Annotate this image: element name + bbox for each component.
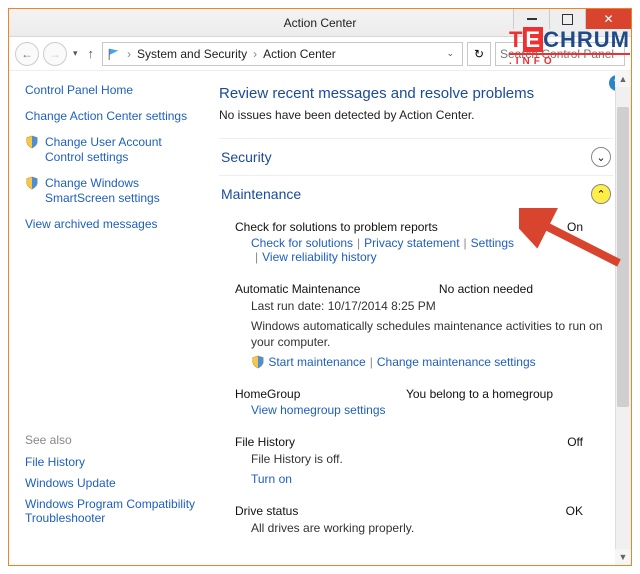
history-dropdown[interactable]: ▾: [71, 48, 80, 59]
chevron-down-icon: ⌄: [591, 147, 611, 167]
sidebar: Control Panel Home Change Action Center …: [9, 71, 209, 565]
problem-reports-row: Check for solutions to problem reports O…: [235, 214, 613, 234]
turn-on-file-history-link[interactable]: Turn on: [251, 472, 292, 486]
problem-reports-title: Check for solutions to problem reports: [235, 220, 438, 234]
start-maintenance-link[interactable]: Start maintenance: [268, 355, 365, 369]
filehistory-title: File History: [235, 435, 295, 449]
content-pane: ? Review recent messages and resolve pro…: [209, 71, 631, 565]
watermark-logo: TECHRUM .INFO: [509, 30, 630, 66]
see-also-section: See also File History Windows Update Win…: [25, 433, 199, 525]
shield-icon: [25, 176, 39, 190]
control-panel-home-link[interactable]: Control Panel Home: [25, 83, 199, 97]
security-section-header[interactable]: Security ⌄: [219, 138, 613, 175]
drive-status-desc: All drives are working properly.: [235, 518, 613, 538]
refresh-button[interactable]: ↻: [467, 42, 491, 66]
sidebar-change-action-center[interactable]: Change Action Center settings: [25, 109, 199, 125]
file-history-group: File History Off File History is off. Tu…: [235, 429, 613, 487]
seealso-file-history[interactable]: File History: [25, 455, 199, 469]
maximize-button[interactable]: [549, 9, 585, 29]
seealso-program-compat[interactable]: Windows Program Compatibility Troublesho…: [25, 497, 199, 525]
address-bar[interactable]: › System and Security › Action Center ⌄: [102, 42, 463, 66]
up-button[interactable]: ↑: [84, 46, 99, 61]
maintenance-body: Check for solutions to problem reports O…: [219, 212, 613, 544]
problem-reports-links: Check for solutions|Privacy statement|Se…: [235, 234, 613, 266]
problem-reports-status: On: [567, 220, 613, 234]
scroll-thumb[interactable]: [617, 107, 629, 407]
drive-status-title: Drive status: [235, 504, 298, 518]
shield-icon: [251, 355, 265, 369]
automaint-last-run: Last run date: 10/17/2014 8:25 PM: [235, 296, 613, 316]
homegroup-title: HomeGroup: [235, 387, 300, 401]
chevron-right-icon: ›: [251, 47, 259, 61]
sidebar-item-label: View archived messages: [25, 217, 199, 233]
scroll-down-button[interactable]: ▼: [615, 549, 631, 565]
chevron-right-icon: ›: [125, 47, 133, 61]
work-area: Control Panel Home Change Action Center …: [9, 71, 631, 565]
automatic-maintenance-group: Automatic Maintenance No action needed L…: [235, 276, 613, 371]
maintenance-section-header[interactable]: Maintenance ⌃: [219, 175, 613, 212]
see-also-heading: See also: [25, 433, 199, 447]
automaint-status: No action needed: [439, 282, 613, 296]
filehistory-desc: File History is off.: [235, 449, 613, 469]
check-for-solutions-link[interactable]: Check for solutions: [251, 236, 353, 250]
seealso-windows-update[interactable]: Windows Update: [25, 476, 199, 490]
drive-status-group: Drive status OK All drives are working p…: [235, 498, 613, 538]
close-button[interactable]: ✕: [585, 9, 631, 29]
back-button[interactable]: ←: [15, 42, 39, 66]
homegroup-status: You belong to a homegroup: [406, 387, 613, 401]
chevron-up-icon: ⌃: [591, 184, 611, 204]
minimize-button[interactable]: [513, 9, 549, 29]
change-maintenance-settings-link[interactable]: Change maintenance settings: [377, 355, 536, 369]
sidebar-change-uac[interactable]: Change User Account Control settings: [25, 135, 199, 166]
filehistory-status: Off: [567, 435, 613, 449]
sidebar-view-archived[interactable]: View archived messages: [25, 217, 199, 233]
address-dropdown[interactable]: ⌄: [442, 48, 458, 59]
maintenance-title: Maintenance: [221, 186, 301, 202]
breadcrumb-action-center[interactable]: Action Center: [263, 47, 336, 61]
sidebar-item-label: Change User Account Control settings: [45, 135, 199, 166]
sidebar-item-label: Change Action Center settings: [25, 109, 199, 125]
window-title: Action Center: [284, 16, 357, 30]
automaint-title: Automatic Maintenance: [235, 282, 360, 296]
page-subtext: No issues have been detected by Action C…: [219, 108, 613, 122]
sidebar-change-smartscreen[interactable]: Change Windows SmartScreen settings: [25, 176, 199, 207]
homegroup-group: HomeGroup You belong to a homegroup View…: [235, 381, 613, 419]
scrollbar[interactable]: ▲ ▼: [615, 71, 631, 565]
breadcrumb-system-security[interactable]: System and Security: [137, 47, 247, 61]
sidebar-item-label: Change Windows SmartScreen settings: [45, 176, 199, 207]
scroll-up-button[interactable]: ▲: [615, 71, 631, 87]
view-reliability-history-link[interactable]: View reliability history: [262, 250, 377, 264]
automaint-desc: Windows automatically schedules maintena…: [235, 316, 613, 352]
view-homegroup-settings-link[interactable]: View homegroup settings: [251, 403, 386, 417]
privacy-statement-link[interactable]: Privacy statement: [364, 236, 459, 250]
flag-icon: [107, 47, 121, 61]
settings-link[interactable]: Settings: [471, 236, 514, 250]
page-heading: Review recent messages and resolve probl…: [219, 85, 613, 102]
window-frame: Action Center ✕ ← → ▾ ↑ › System and Sec…: [8, 8, 632, 566]
security-title: Security: [221, 149, 272, 165]
drive-status-value: OK: [566, 504, 613, 518]
shield-icon: [25, 135, 39, 149]
forward-button[interactable]: →: [43, 42, 67, 66]
